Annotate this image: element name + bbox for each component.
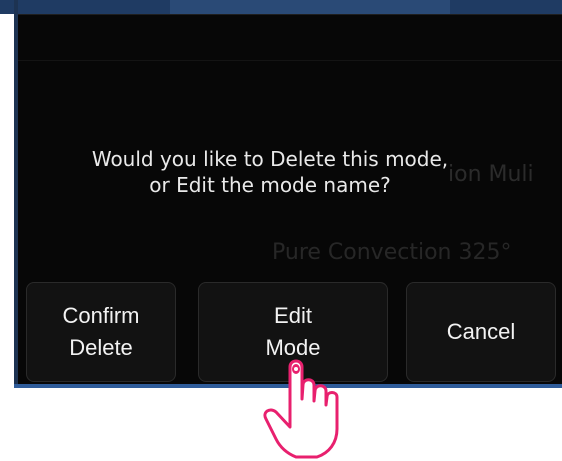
confirm-delete-label-1: Confirm (62, 303, 140, 328)
display-frame-top (0, 0, 562, 14)
pointing-hand-icon (263, 359, 339, 459)
confirm-delete-button[interactable]: Confirm Delete (26, 282, 176, 382)
dialog-divider (18, 60, 562, 61)
cancel-button[interactable]: Cancel (406, 282, 556, 382)
confirm-delete-label-2: Delete (69, 335, 133, 360)
dialog-message-line-1: Would you like to Delete this mode, (91, 147, 449, 171)
dialog-message-line-2: or Edit the mode name? (149, 173, 391, 197)
edit-mode-label-1: Edit (274, 303, 312, 328)
cancel-label: Cancel (446, 319, 516, 344)
background-mode-label: Pure Convection 325° (272, 240, 512, 265)
dialog-message: Would you like to Delete this mode, or E… (30, 146, 510, 198)
